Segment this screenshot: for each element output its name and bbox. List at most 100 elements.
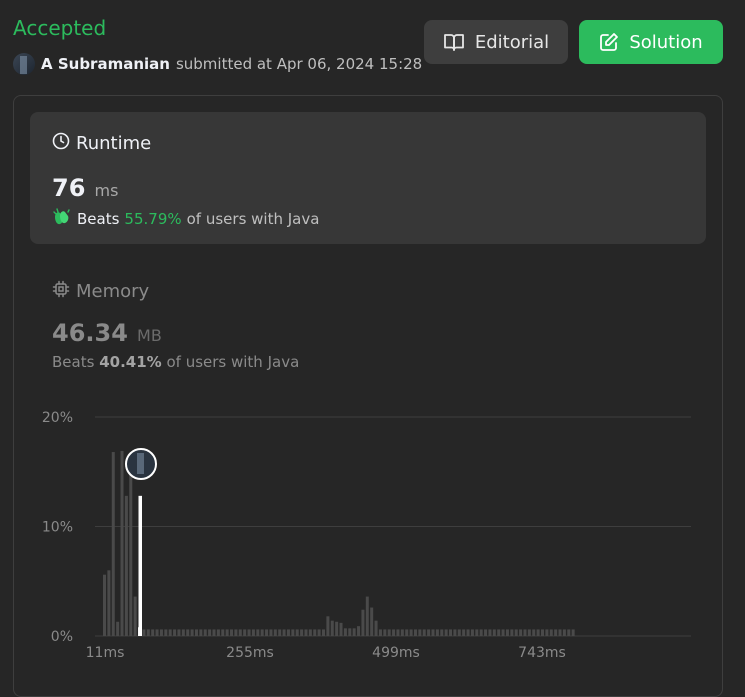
runtime-unit: ms: [94, 181, 119, 200]
chart-bar: [571, 629, 575, 636]
chart-bar: [146, 629, 150, 636]
chart-bar: [304, 629, 308, 636]
chart-bar: [308, 629, 312, 636]
chart-bar: [567, 629, 571, 636]
memory-beats-suffix: of users with Java: [166, 353, 300, 371]
chart-bar: [203, 629, 207, 636]
clock-icon: [52, 132, 70, 155]
chart-bar: [361, 609, 365, 636]
clapping-hands-icon: [52, 208, 72, 230]
chart-bar: [216, 629, 220, 636]
chart-bar: [374, 620, 378, 636]
y-tick-label: 10%: [42, 520, 73, 536]
runtime-title: Runtime: [76, 133, 152, 154]
memory-title: Memory: [76, 281, 150, 302]
chart-bar: [111, 452, 115, 636]
status-title: Accepted: [13, 16, 107, 40]
memory-header: Memory: [52, 280, 299, 303]
chart-bar: [505, 629, 509, 636]
chart-bar: [177, 629, 181, 636]
chart-bar: [541, 629, 544, 636]
x-tick-label: 499ms: [372, 645, 420, 661]
chart-bar: [120, 450, 124, 636]
chart-bar: [251, 629, 255, 636]
editorial-button[interactable]: Editorial: [424, 20, 568, 64]
chart-bar: [124, 495, 128, 636]
memory-unit: MB: [137, 326, 162, 345]
chart-bar: [488, 629, 492, 636]
chart-bar: [291, 629, 295, 636]
avatar[interactable]: [13, 53, 35, 75]
chart-bar: [208, 629, 212, 636]
chart-bar: [370, 607, 374, 636]
chart-bar: [497, 629, 501, 636]
submitter-row: A Subramanian submitted at Apr 06, 2024 …: [13, 53, 422, 75]
chart-bar: [151, 629, 155, 636]
chart-bar: [116, 621, 120, 636]
chart-bar: [260, 629, 264, 636]
chart-bar: [155, 629, 159, 636]
chart-bar: [330, 620, 334, 636]
chart-bar: [225, 629, 229, 636]
chart-bar: [322, 629, 325, 636]
chart-bar: [230, 629, 234, 636]
chart-bar: [164, 629, 168, 636]
y-tick-label: 20%: [42, 410, 73, 426]
chart-bar: [186, 629, 190, 636]
chart-bar: [523, 629, 527, 636]
chart-bar: [453, 629, 457, 636]
chart-bar: [431, 629, 435, 636]
runtime-beats-row: Beats 55.79% of users with Java: [52, 208, 319, 230]
memory-beats-row: Beats 40.41% of users with Java: [52, 353, 299, 371]
chart-bar: [545, 629, 549, 636]
chart-bar: [168, 629, 172, 636]
chart-bar: [422, 629, 426, 636]
chart-bar: [558, 629, 562, 636]
chart-bar: [519, 629, 523, 636]
chart-bar: [357, 626, 361, 636]
memory-section[interactable]: Memory 46.34 MB Beats 40.41% of users wi…: [52, 280, 299, 371]
chart-bar: [313, 629, 317, 636]
x-tick-label: 743ms: [518, 645, 566, 661]
chart-bar: [129, 460, 133, 636]
chart-bar: [484, 629, 488, 636]
chart-bar: [212, 629, 216, 636]
chart-bar: [194, 629, 198, 636]
chart-bar: [243, 629, 247, 636]
submitter-name[interactable]: A Subramanian: [41, 55, 170, 73]
chart-bar: [173, 629, 177, 636]
chart-bar: [282, 629, 286, 636]
chart-bar: [562, 629, 566, 636]
chart-bar: [549, 629, 553, 636]
runtime-beats-percent: 55.79%: [124, 210, 182, 228]
memory-beats-percent: 40.41%: [99, 353, 162, 371]
chart-bar: [273, 629, 277, 636]
chart-bar: [466, 629, 470, 636]
chart-bar: [554, 629, 558, 636]
chart-bar: [387, 629, 391, 636]
chart-bar: [199, 629, 203, 636]
editorial-label: Editorial: [474, 31, 550, 53]
solution-button[interactable]: Solution: [579, 20, 723, 64]
runtime-card[interactable]: Runtime 76 ms Beats 55.79% of users with…: [30, 112, 706, 244]
chart-bar: [234, 629, 238, 636]
y-tick-label: 0%: [51, 629, 73, 645]
chart-bar: [413, 629, 417, 636]
solution-label: Solution: [629, 31, 703, 53]
runtime-beats-label: Beats: [77, 210, 120, 228]
chart-bar: [427, 629, 431, 636]
book-icon: [443, 32, 465, 52]
chart-bar: [326, 616, 330, 636]
chart-bar: [536, 629, 540, 636]
chart-bar: [142, 629, 146, 636]
runtime-distribution-chart[interactable]: 0% 10% 20% 11ms 255ms 499ms 743ms: [0, 395, 745, 670]
chart-bar: [492, 629, 496, 636]
chart-bar: [181, 629, 185, 636]
chart-bar: [133, 596, 137, 636]
chart-bar: [352, 628, 356, 636]
chart-avatar-figure: [137, 453, 144, 474]
chart-bar: [396, 629, 400, 636]
chart-bar: [457, 629, 461, 636]
memory-value-row: 46.34 MB: [52, 319, 299, 347]
chart-bar: [435, 629, 439, 636]
